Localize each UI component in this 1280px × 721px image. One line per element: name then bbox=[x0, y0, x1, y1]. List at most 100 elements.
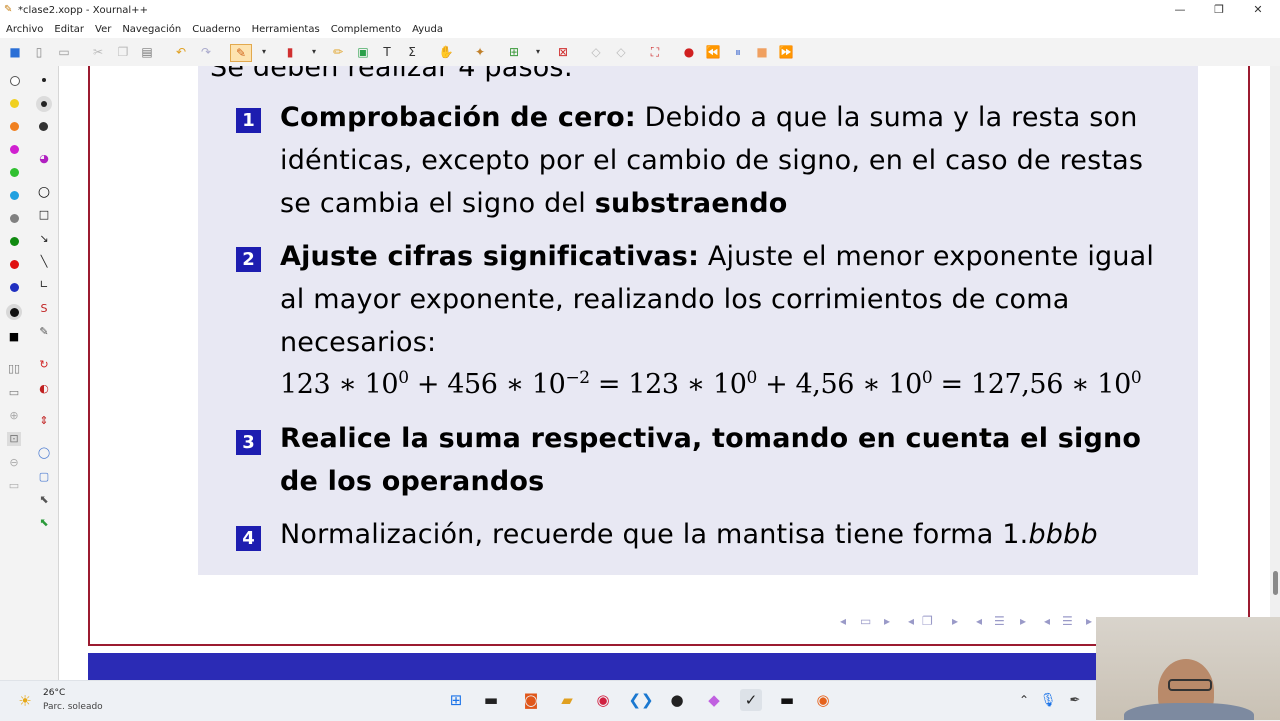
copy-icon[interactable]: ❐ bbox=[115, 44, 131, 60]
document-canvas[interactable]: Se deben realizar 4 pasos: 1 Comprobació… bbox=[59, 66, 1270, 680]
menu-ver[interactable]: Ver bbox=[89, 24, 116, 35]
draw-arrow-icon[interactable]: ↘ bbox=[37, 232, 51, 246]
start-windows-icon[interactable]: ⊞ bbox=[445, 689, 467, 711]
redo-icon[interactable]: ↷ bbox=[198, 44, 214, 60]
menu-ayuda[interactable]: Ayuda bbox=[406, 24, 448, 35]
new-page-icon[interactable]: ▯ bbox=[31, 44, 47, 60]
cut-icon[interactable]: ✂ bbox=[90, 44, 106, 60]
layout-pairs-icon[interactable]: ▯▯ bbox=[7, 362, 21, 376]
fast-forward-icon[interactable]: ⏩ bbox=[778, 44, 794, 60]
magnet-icon[interactable]: ◐ bbox=[37, 382, 51, 396]
color-magenta-icon[interactable] bbox=[10, 145, 19, 154]
app-gradient-icon[interactable]: ◆ bbox=[703, 689, 725, 711]
task-view-icon[interactable]: ▬ bbox=[480, 689, 502, 711]
coordinate-system-icon[interactable]: ∟ bbox=[37, 278, 51, 292]
zoom-out-icon[interactable]: ⊖ bbox=[7, 456, 21, 470]
file-explorer-icon[interactable]: ▰ bbox=[556, 689, 578, 711]
nav-right-arrow-icon: ▸ bbox=[1020, 614, 1027, 628]
menu-complemento[interactable]: Complemento bbox=[325, 24, 406, 35]
zoom-reset-icon[interactable]: ▭ bbox=[7, 479, 21, 493]
color-yellow-icon[interactable] bbox=[10, 99, 19, 108]
select-tool-icon[interactable]: ✦ bbox=[472, 44, 488, 60]
xournal-taskbar-icon[interactable]: ✓ bbox=[740, 689, 762, 711]
custom-color-icon[interactable]: ■ bbox=[7, 330, 21, 344]
size-fine-icon[interactable] bbox=[41, 101, 47, 107]
draw-rectangle-icon[interactable]: □ bbox=[37, 208, 51, 222]
shape-recognizer-icon[interactable]: ◕ bbox=[37, 152, 51, 166]
save-icon[interactable]: ■ bbox=[7, 44, 23, 60]
highlighter-icon[interactable]: ✏ bbox=[330, 44, 346, 60]
minimize-button[interactable]: — bbox=[1160, 0, 1200, 20]
menu-archivo[interactable]: Archivo bbox=[0, 24, 48, 35]
size-medium-icon[interactable] bbox=[39, 122, 48, 131]
text-tool-icon[interactable]: T bbox=[379, 44, 395, 60]
vscode-icon[interactable]: ❮❯ bbox=[628, 689, 653, 711]
rewind-icon[interactable]: ⏪ bbox=[705, 44, 721, 60]
draw-ellipse-icon[interactable]: ○ bbox=[37, 185, 51, 199]
select-object-icon[interactable]: ⬉ bbox=[37, 493, 51, 507]
chevron-up-icon[interactable]: ⌃ bbox=[1013, 689, 1035, 711]
size-very-fine-icon[interactable] bbox=[42, 78, 46, 82]
next-page-icon[interactable]: ◇ bbox=[613, 44, 629, 60]
color-green-icon[interactable] bbox=[10, 237, 19, 246]
menu-navegacion[interactable]: Navegación bbox=[116, 24, 186, 35]
firefox-icon[interactable]: ◉ bbox=[812, 689, 834, 711]
close-button[interactable]: ✕ bbox=[1238, 0, 1278, 20]
zoom-in-icon[interactable]: ⊕ bbox=[7, 409, 21, 423]
pen-tool-icon[interactable]: ✎ bbox=[230, 44, 252, 62]
weather-description[interactable]: Parc. soleado bbox=[43, 702, 103, 712]
color-gray-icon[interactable] bbox=[10, 214, 19, 223]
color-blue-icon[interactable] bbox=[10, 283, 19, 292]
color-red-icon[interactable] bbox=[10, 260, 19, 269]
previous-page-icon[interactable]: ◇ bbox=[588, 44, 604, 60]
open-folder-icon[interactable]: ▭ bbox=[56, 44, 72, 60]
add-page-icon[interactable]: ⊞ bbox=[506, 44, 522, 60]
github-icon[interactable]: ● bbox=[666, 689, 688, 711]
pen-input-icon[interactable]: ✒ bbox=[1064, 689, 1086, 711]
app-orange-icon[interactable]: ◙ bbox=[520, 689, 542, 711]
stop-icon[interactable]: ■ bbox=[754, 44, 770, 60]
delete-page-icon[interactable]: ⊠ bbox=[555, 44, 571, 60]
select-rectangle-icon[interactable]: ▢ bbox=[37, 470, 51, 484]
undo-icon[interactable]: ↶ bbox=[173, 44, 189, 60]
eraser-icon[interactable]: ▮ bbox=[282, 44, 298, 60]
color-light-blue-icon[interactable] bbox=[10, 191, 19, 200]
hand-tool-icon[interactable]: ✋ bbox=[438, 44, 454, 60]
select-region-icon[interactable]: ◯ bbox=[37, 446, 51, 460]
eraser-dropdown-icon[interactable]: ▾ bbox=[306, 44, 322, 60]
latex-tool-icon[interactable]: Σ bbox=[404, 44, 420, 60]
pause-icon[interactable]: ⏸ bbox=[730, 44, 746, 60]
color-light-green-icon[interactable] bbox=[10, 168, 19, 177]
weather-sun-icon[interactable]: ☀ bbox=[14, 690, 36, 712]
person-glasses bbox=[1168, 679, 1212, 691]
maximize-button[interactable]: ❐ bbox=[1199, 0, 1239, 20]
vivaldi-icon[interactable]: ◉ bbox=[592, 689, 614, 711]
paste-icon[interactable]: ▤ bbox=[139, 44, 155, 60]
menu-cuaderno[interactable]: Cuaderno bbox=[186, 24, 245, 35]
pen-dropdown-icon[interactable]: ▾ bbox=[256, 44, 272, 60]
microphone-icon[interactable]: 🎙 bbox=[1037, 689, 1059, 711]
draw-line-icon[interactable]: ╲ bbox=[37, 255, 51, 269]
add-page-dropdown-icon[interactable]: ▾ bbox=[530, 44, 546, 60]
fullscreen-icon[interactable]: ⛶ bbox=[647, 44, 663, 60]
image-icon[interactable]: ▣ bbox=[355, 44, 371, 60]
vertical-scrollbar[interactable] bbox=[1270, 66, 1280, 680]
color-orange-icon[interactable] bbox=[10, 122, 19, 131]
weather-temperature[interactable]: 26°C bbox=[43, 688, 65, 698]
record-icon[interactable]: ● bbox=[681, 44, 697, 60]
draw-spline-icon[interactable]: S bbox=[37, 302, 51, 316]
windows-taskbar: ☀ 26°C Parc. soleado ⊞ ▬ ◙ ▰ ◉ ❮❯ ● ◆ ✓ … bbox=[0, 680, 1096, 721]
beamer-navigation-symbols: ◂ ▭ ▸ ◂ ❐ ▸ ◂ ☰ ▸ ◂ ☰ ▸ bbox=[840, 614, 1140, 630]
play-object-icon[interactable]: ⬉ bbox=[37, 516, 51, 530]
color-black-icon[interactable] bbox=[10, 308, 19, 317]
vertical-space-icon[interactable]: ⇕ bbox=[37, 414, 51, 428]
menu-herramientas[interactable]: Herramientas bbox=[246, 24, 325, 35]
zoom-fit-icon[interactable]: ⊡ bbox=[7, 432, 21, 446]
scrollbar-thumb[interactable] bbox=[1273, 571, 1278, 595]
menu-editar[interactable]: Editar bbox=[48, 24, 89, 35]
presentation-mode-icon[interactable]: ▭ bbox=[7, 386, 21, 400]
rotate-icon[interactable]: ↻ bbox=[37, 358, 51, 372]
terminal-icon[interactable]: ▬ bbox=[776, 689, 798, 711]
ruler-icon[interactable]: ✎ bbox=[37, 325, 51, 339]
color-white-icon[interactable] bbox=[10, 76, 20, 86]
